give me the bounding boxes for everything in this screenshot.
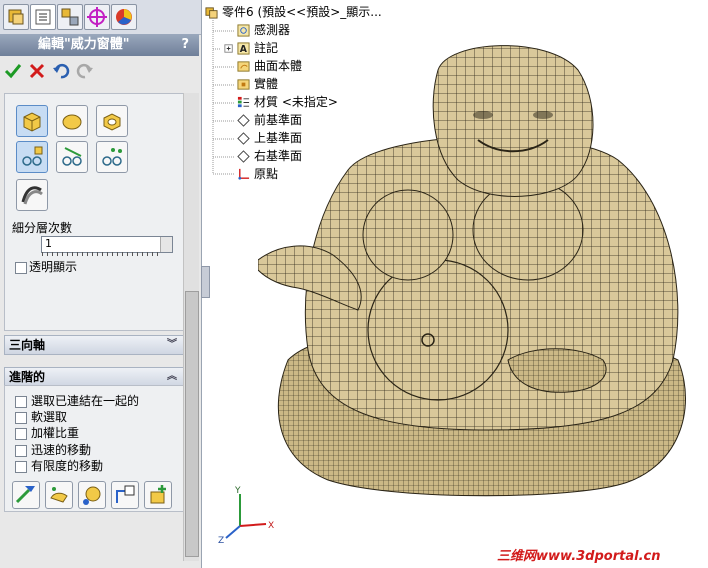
feature-tree-icon (8, 9, 24, 25)
glasses-points-icon (102, 148, 122, 166)
sphere-shape-button[interactable] (56, 105, 88, 137)
box-shape-button[interactable] (16, 105, 48, 137)
tool-button-2[interactable] (45, 481, 73, 509)
surface-button[interactable] (16, 179, 48, 211)
mode-button-1[interactable] (16, 141, 48, 173)
hand-select-icon (50, 487, 68, 503)
transparent-label: 透明顯示 (29, 260, 78, 274)
subdivision-value: 1 (45, 237, 52, 250)
mesh-model-viewport[interactable] (258, 30, 698, 500)
buddha-statue-mesh (258, 45, 686, 497)
property-manager-tab[interactable] (30, 4, 56, 30)
help-button[interactable]: ? (181, 34, 189, 56)
chevron-down-icon: ︾ (167, 339, 177, 350)
tree-root-label: 零件6 (預設<<預設>_顯示... (222, 5, 382, 19)
sphere-icon (62, 114, 82, 130)
tool-button-5[interactable] (144, 481, 172, 509)
triad-z-axis (225, 525, 241, 539)
box-icon (23, 112, 41, 132)
cancel-x-icon[interactable] (28, 62, 46, 80)
watermark-text: 三维网www.3dportal.cn (497, 549, 661, 564)
advanced-section-header[interactable]: 進階的 ︽ (4, 367, 184, 387)
configuration-manager-tab[interactable] (57, 4, 83, 30)
triad-section-header[interactable]: 三向軸 ︾ (4, 335, 184, 355)
mode-button-2[interactable] (56, 141, 88, 173)
crosshair-icon (87, 7, 107, 27)
cylinder-shape-button[interactable] (96, 105, 128, 137)
tool-button-4[interactable] (111, 481, 139, 509)
feature-manager-tab[interactable] (3, 4, 29, 30)
option-checkbox-5[interactable] (15, 461, 27, 473)
view-triad: Y X Z (218, 486, 274, 544)
chevron-up-icon: ︽ (167, 371, 177, 382)
tool-button-1[interactable] (12, 481, 40, 509)
manager-tabbar (0, 0, 201, 35)
advanced-options-panel: 選取已連結在一起的 軟選取 加權比重 迅速的移動 有限度的移動 (4, 385, 184, 512)
option-checkbox-2[interactable] (15, 412, 27, 424)
subdivision-spinner[interactable]: 1 (41, 236, 173, 253)
panel-scrollbar[interactable] (183, 93, 199, 561)
add-point-icon (150, 485, 166, 504)
ok-checkmark-icon[interactable] (4, 62, 22, 80)
option-label-3: 加權比重 (31, 426, 80, 440)
undo-icon[interactable] (52, 62, 70, 80)
panel-splitter[interactable] (201, 266, 210, 298)
triad-z-label: Z (218, 536, 224, 544)
scrollbar-thumb[interactable] (185, 291, 199, 557)
subdivision-label: 細分層次數 (12, 221, 73, 235)
dimxpert-tab[interactable] (84, 4, 110, 30)
action-buttons (0, 56, 199, 86)
advanced-section-title: 進階的 (9, 370, 46, 384)
triad-x-label: X (268, 521, 274, 531)
display-manager-tab[interactable] (111, 4, 137, 30)
tool-button-3[interactable] (78, 481, 106, 509)
redo-icon[interactable] (76, 62, 94, 80)
feature-title: 編輯"威力窗體" (38, 37, 130, 52)
sphere-select-icon (83, 486, 101, 505)
feature-title-bar: 編輯"威力窗體" ? (0, 34, 199, 56)
point-move-icon (116, 485, 135, 503)
transparent-checkbox[interactable] (15, 262, 27, 274)
swept-surface-icon (21, 186, 43, 205)
spinner-arrows[interactable] (160, 237, 172, 252)
triad-x-axis (239, 523, 267, 527)
option-label-5: 有限度的移動 (31, 459, 104, 473)
mode-button-3[interactable] (96, 141, 128, 173)
cylinder-box-icon (103, 113, 121, 131)
option-checkbox-4[interactable] (15, 445, 27, 457)
option-label-4: 迅速的移動 (31, 443, 92, 457)
glasses-select-icon (22, 146, 43, 166)
property-list-icon (35, 9, 51, 25)
triad-section-title: 三向軸 (9, 338, 46, 352)
color-wheel-icon (116, 9, 132, 25)
property-manager-panel: 編輯"威力窗體" ? 細分層次數 透明顯示 1 三向軸 ︾ 進階的 ︽ 選取已連… (0, 0, 202, 568)
option-label-1: 選取已連結在一起的 (31, 394, 140, 408)
configuration-icon (61, 8, 79, 26)
tree-connector-lines (212, 18, 235, 175)
subdivision-slider[interactable] (42, 252, 160, 256)
glasses-line-icon (62, 147, 82, 166)
option-label-2: 軟選取 (31, 410, 68, 424)
option-checkbox-3[interactable] (15, 428, 27, 440)
option-checkbox-1[interactable] (15, 396, 27, 408)
triad-y-label: Y (234, 486, 241, 496)
move-filter-icon (15, 486, 35, 504)
options-panel: 細分層次數 透明顯示 (4, 93, 184, 331)
